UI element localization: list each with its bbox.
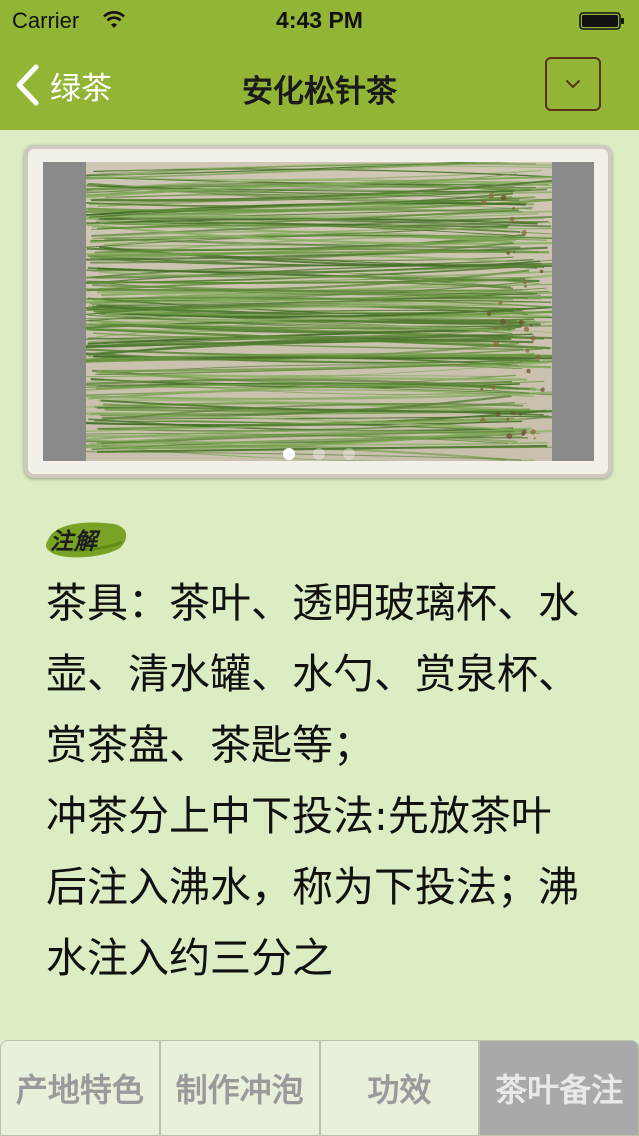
tab-label: 功效 xyxy=(367,1071,432,1109)
battery-icon xyxy=(579,12,624,30)
navigation-bar: 绿茶 安化松针茶 xyxy=(0,40,639,130)
dropdown-button[interactable] xyxy=(545,57,601,111)
image-carousel-frame xyxy=(24,145,612,478)
tab-label: 制作冲泡 xyxy=(175,1071,304,1109)
page-dot[interactable] xyxy=(312,448,325,460)
page-dot[interactable] xyxy=(282,448,295,460)
tab-benefits[interactable]: 功效 xyxy=(319,1040,480,1136)
note-body-text: 茶具：茶叶、透明玻璃杯、水壶、清水罐、水勺、赏泉杯、赏茶盘、茶匙等； 冲茶分上中… xyxy=(46,579,579,982)
page-title: 安化松针茶 xyxy=(242,74,397,110)
status-bar: Carrier 4:43 PM xyxy=(0,0,639,40)
tab-label: 茶叶备注 xyxy=(495,1071,624,1109)
note-badge-label: 注解 xyxy=(50,528,98,555)
bottom-tab-bar: 产地特色 制作冲泡 功效 茶叶备注 xyxy=(0,1040,639,1136)
tab-tea-notes[interactable]: 茶叶备注 xyxy=(479,1040,639,1136)
tab-label: 产地特色 xyxy=(15,1071,144,1109)
tab-origin-features[interactable]: 产地特色 xyxy=(0,1040,160,1136)
note-badge: 注解 xyxy=(44,518,130,560)
page-dot[interactable] xyxy=(342,448,355,460)
tea-leaves-photo xyxy=(86,162,552,461)
tab-making-brewing[interactable]: 制作冲泡 xyxy=(159,1040,320,1136)
chevron-down-icon xyxy=(566,80,580,88)
page-indicator[interactable] xyxy=(43,448,594,460)
clock-time: 4:43 PM xyxy=(276,7,363,33)
image-carousel[interactable] xyxy=(43,162,594,461)
